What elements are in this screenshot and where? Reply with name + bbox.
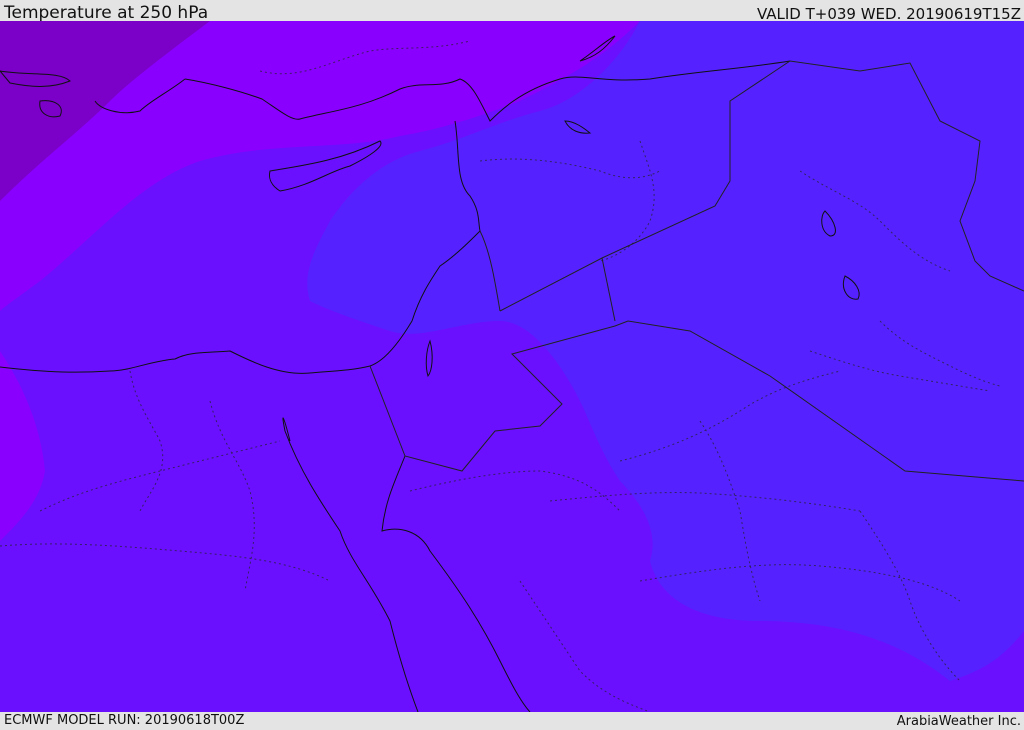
header-bar: Temperature at 250 hPa VALID T+039 WED. … — [0, 0, 1024, 23]
footer-bar: ECMWF MODEL RUN: 20190618T00Z ArabiaWeat… — [0, 712, 1024, 729]
temperature-map[interactable] — [0, 21, 1024, 712]
map-title: Temperature at 250 hPa — [4, 3, 209, 23]
model-run: ECMWF MODEL RUN: 20190618T00Z — [4, 713, 245, 728]
credit-text: ArabiaWeather Inc. — [896, 714, 1021, 729]
map-canvas — [0, 21, 1024, 712]
